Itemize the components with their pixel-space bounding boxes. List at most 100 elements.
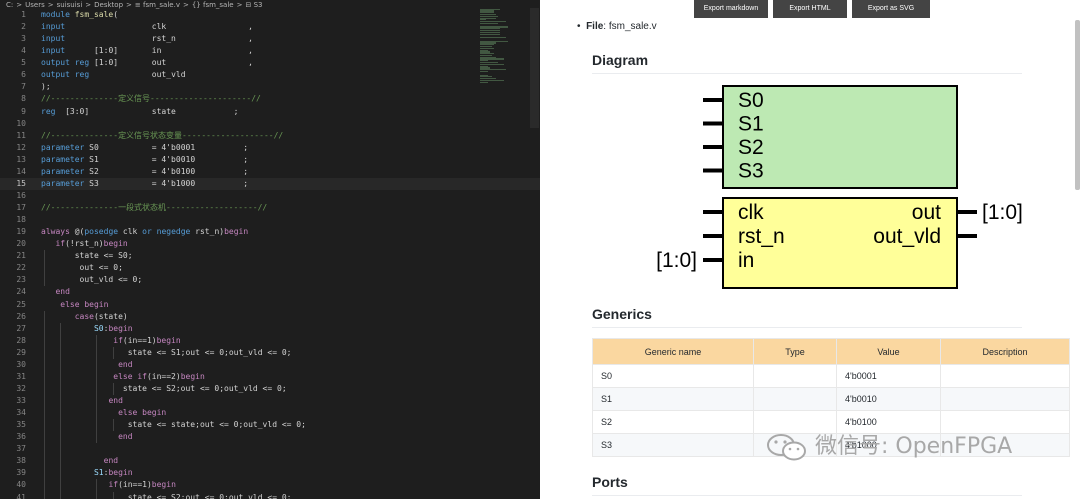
code-line[interactable]: 7); bbox=[0, 81, 540, 93]
code-line[interactable]: 31 else if(in==2)begin bbox=[0, 370, 540, 383]
code-token: begin bbox=[108, 323, 133, 333]
code-line[interactable]: 22 out <= 0; bbox=[0, 262, 540, 275]
code-line[interactable]: 36 end bbox=[0, 431, 540, 444]
breadcrumb-item[interactable]: ⊟ S3 bbox=[245, 1, 262, 9]
code-token: output bbox=[41, 70, 70, 80]
code-line[interactable]: 16 bbox=[0, 190, 540, 202]
code-line[interactable]: 39 S1:begin bbox=[0, 467, 540, 480]
code-line[interactable]: 20 if(!rst_n)begin bbox=[0, 238, 540, 250]
code-line[interactable]: 4 input [1:0] in , bbox=[0, 45, 540, 57]
code-line[interactable]: 5 output reg [1:0] out , bbox=[0, 57, 540, 69]
code-line[interactable]: 37 bbox=[0, 443, 540, 456]
code-line[interactable]: 18 bbox=[0, 214, 540, 226]
code-line[interactable]: 6 output reg out_vld bbox=[0, 69, 540, 81]
export-html-button[interactable]: Export HTML bbox=[773, 0, 847, 18]
breadcrumb-separator: > bbox=[182, 1, 189, 9]
table-cell bbox=[753, 364, 837, 388]
line-number: 26 bbox=[16, 311, 26, 321]
code-text: state <= S1;out <= 0;out_vld <= 0; bbox=[41, 347, 292, 359]
code-line[interactable]: 1 module fsm_sale( bbox=[0, 9, 540, 21]
line-number: 20 bbox=[16, 239, 26, 249]
export-svg-button[interactable]: Export as SVG bbox=[852, 0, 930, 18]
code-token: reg bbox=[41, 106, 56, 116]
code-line[interactable]: 15 parameter S3 = 4'b1000 ; bbox=[0, 177, 540, 190]
code-line[interactable]: 35 state <= state;out <= 0;out_vld <= 0; bbox=[0, 419, 540, 432]
code-token: ); bbox=[41, 82, 51, 92]
export-markdown-button[interactable]: Export markdown bbox=[694, 0, 768, 18]
line-number: 22 bbox=[16, 263, 26, 273]
code-line[interactable]: 34 else begin bbox=[0, 407, 540, 420]
code-text: out <= 0; bbox=[41, 262, 123, 274]
code-line[interactable]: 17 //--------------一段式状态机----------------… bbox=[0, 202, 540, 214]
code-line[interactable]: 24 end bbox=[0, 286, 540, 298]
code-token: clk , bbox=[65, 22, 253, 32]
code-line[interactable]: 21 state <= S0; bbox=[0, 250, 540, 263]
code-text: end bbox=[41, 431, 132, 443]
code-line[interactable]: 41 state <= S2;out <= 0;out_vld <= 0; bbox=[0, 491, 540, 499]
code-token: [1:0] out , bbox=[89, 58, 253, 68]
code-line[interactable]: 19 always @(posedge clk or negedge rst_n)… bbox=[0, 226, 540, 238]
code-text: parameter S2 = 4'b0100 ; bbox=[41, 166, 248, 178]
code-text: out_vld <= 0; bbox=[41, 274, 143, 286]
code-line[interactable]: 26 case(state) bbox=[0, 310, 540, 323]
port-label: in bbox=[738, 249, 754, 272]
column-header: Type bbox=[753, 338, 837, 365]
code-line[interactable]: 30 end bbox=[0, 358, 540, 371]
code-token: begin bbox=[224, 227, 249, 237]
line-number: 6 bbox=[21, 70, 26, 80]
code-line[interactable]: 8 //--------------定义信号-------------------… bbox=[0, 93, 540, 105]
code-line[interactable]: 23 out_vld <= 0; bbox=[0, 274, 540, 287]
line-number: 39 bbox=[16, 468, 26, 478]
indent-guide bbox=[60, 443, 61, 456]
code-line[interactable]: 10 bbox=[0, 118, 540, 130]
code-line[interactable]: 2 input clk , bbox=[0, 21, 540, 33]
code-text: if(in==1)begin bbox=[41, 479, 175, 491]
code-token: if bbox=[113, 335, 123, 345]
minimap-line bbox=[480, 81, 488, 83]
code-text: end bbox=[41, 455, 118, 467]
table-cell bbox=[940, 364, 1070, 388]
code-line[interactable]: 14 parameter S2 = 4'b0100 ; bbox=[0, 166, 540, 178]
code-text: else begin bbox=[41, 299, 108, 311]
line-number: 9 bbox=[21, 106, 26, 116]
breadcrumb-item[interactable]: suisuisi bbox=[57, 1, 83, 9]
code-line[interactable]: 27 S0:begin bbox=[0, 322, 540, 335]
code-line[interactable]: 33 end bbox=[0, 395, 540, 408]
code-line[interactable]: 29 state <= S1;out <= 0;out_vld <= 0; bbox=[0, 346, 540, 359]
code-area[interactable]: 1 module fsm_sale(2 input clk , 3 input rst_… bbox=[0, 9, 540, 499]
code-text: end bbox=[41, 395, 122, 407]
code-line[interactable]: 9 reg [3:0] state ; bbox=[0, 106, 540, 118]
code-line[interactable]: 12 parameter S0 = 4'b0001 ; bbox=[0, 142, 540, 154]
code-line[interactable]: 38 end bbox=[0, 455, 540, 468]
code-token: clk bbox=[118, 227, 143, 237]
table-cell: S1 bbox=[592, 387, 754, 411]
minimap[interactable] bbox=[480, 8, 512, 88]
code-line[interactable]: 11 //--------------定义信号状态变量--------------… bbox=[0, 130, 540, 142]
code-line[interactable]: 40 if(in==1)begin bbox=[0, 479, 540, 492]
breadcrumb-item[interactable]: {} fsm_sale bbox=[192, 1, 234, 9]
code-token: state <= S0; bbox=[41, 251, 133, 261]
code-line[interactable]: 3 input rst_n , bbox=[0, 33, 540, 45]
code-editor-pane[interactable]: C: > Users > suisuisi > Desktop > ≡ fsm_sale.v >{… bbox=[0, 0, 540, 499]
breadcrumb-item[interactable]: Desktop bbox=[94, 1, 123, 9]
column-header: Description bbox=[940, 338, 1070, 365]
table-cell: 4'b0010 bbox=[836, 387, 941, 411]
code-text: S1:begin bbox=[41, 467, 133, 479]
watermark-text: 微信号: OpenFPGA bbox=[815, 434, 1013, 459]
code-token: input bbox=[41, 34, 66, 44]
preview-scrollbar[interactable] bbox=[1075, 20, 1080, 190]
code-line[interactable]: 28 if(in==1)begin bbox=[0, 334, 540, 347]
editor-scrollbar[interactable] bbox=[530, 8, 539, 128]
code-line[interactable]: 32 state <= S2;out <= 0;out_vld <= 0; bbox=[0, 382, 540, 395]
line-number: 35 bbox=[16, 420, 26, 430]
code-line[interactable]: 13 parameter S1 = 4'b0010 ; bbox=[0, 154, 540, 166]
breadcrumb-item[interactable]: ≡ fsm_sale.v bbox=[135, 1, 180, 9]
minimap-line bbox=[480, 37, 506, 39]
code-token: (in==2) bbox=[146, 371, 181, 381]
minimap-line bbox=[480, 22, 498, 25]
code-line[interactable]: 25 else begin bbox=[0, 299, 540, 311]
breadcrumb-item[interactable]: C: bbox=[6, 1, 13, 9]
breadcrumb-item[interactable]: Users bbox=[25, 1, 45, 9]
code-text: //--------------定义信号--------------------… bbox=[41, 93, 261, 105]
